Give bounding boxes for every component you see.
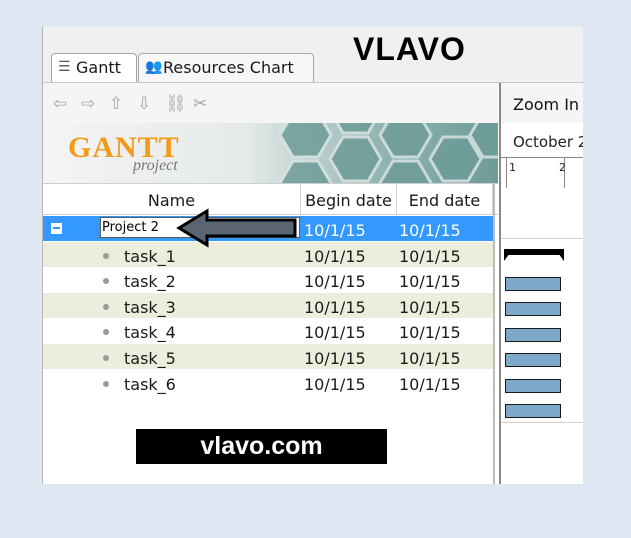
- timeline-divider: [501, 157, 583, 158]
- end-date-cell: 10/1/15: [399, 272, 461, 291]
- task-bar[interactable]: [505, 353, 561, 367]
- task-name-cell: task_5: [124, 349, 176, 368]
- task-name-cell: task_3: [124, 298, 176, 317]
- end-date-cell: 10/1/15: [399, 323, 461, 342]
- column-header-begin-date[interactable]: Begin date: [301, 184, 397, 214]
- end-date-cell: 10/1/15: [399, 247, 461, 266]
- task-bullet-icon: [103, 253, 109, 259]
- task-bar[interactable]: [505, 379, 561, 393]
- day-tick: [506, 158, 507, 188]
- table-row[interactable]: task_3 10/1/15 10/1/15: [43, 293, 493, 318]
- brand-title: VLAVO: [353, 31, 466, 67]
- day-label: 1: [509, 161, 516, 174]
- table-row[interactable]: task_4 10/1/15 10/1/15: [43, 318, 493, 343]
- begin-date-cell: 10/1/15: [304, 221, 366, 240]
- day-label: 2: [559, 161, 566, 174]
- arrow-down-icon[interactable]: ⇩: [137, 94, 151, 114]
- tab-resources-chart[interactable]: 👥 Resources Chart: [138, 53, 314, 82]
- unlink-icon[interactable]: ✂: [193, 94, 207, 114]
- begin-date-cell: 10/1/15: [304, 247, 366, 266]
- begin-date-cell: 10/1/15: [304, 375, 366, 394]
- tab-bar: ☰ Gantt 👥 Resources Chart VLAVO: [43, 27, 583, 83]
- chart-header-line: [501, 238, 583, 239]
- chart-toolbar: Zoom In: [501, 83, 583, 123]
- arrow-left-icon[interactable]: ⇦: [53, 94, 67, 114]
- column-header-end-date[interactable]: End date: [397, 184, 493, 214]
- task-name-cell: task_2: [124, 272, 176, 291]
- link-icon[interactable]: ⛓: [165, 94, 187, 114]
- collapse-toggle-icon[interactable]: [51, 223, 62, 234]
- arrow-up-icon[interactable]: ⇧: [109, 94, 123, 114]
- task-bar[interactable]: [505, 328, 561, 342]
- task-name-cell: task_4: [124, 323, 176, 342]
- arrow-right-icon[interactable]: ⇨: [81, 94, 95, 114]
- gantt-tree-icon: ☰: [58, 59, 71, 75]
- end-date-cell: 10/1/15: [399, 349, 461, 368]
- end-date-cell: 10/1/15: [399, 375, 461, 394]
- table-row[interactable]: task_5 10/1/15 10/1/15: [43, 344, 493, 369]
- zoom-in-button[interactable]: Zoom In: [513, 95, 579, 114]
- end-date-cell: 10/1/15: [399, 298, 461, 317]
- begin-date-cell: 10/1/15: [304, 323, 366, 342]
- tab-gantt[interactable]: ☰ Gantt: [51, 53, 137, 82]
- end-date-cell: 10/1/15: [399, 221, 461, 240]
- gantt-chart-panel: Zoom In October 2 1 2: [499, 83, 583, 484]
- table-row[interactable]: task_6 10/1/15 10/1/15: [43, 370, 493, 395]
- ganttproject-logo-sub: project: [133, 157, 178, 174]
- toolbar: ⇦ ⇨ ⇧ ⇩ ⛓ ✂: [43, 83, 498, 123]
- timeline-month: October 2: [513, 133, 583, 151]
- task-bar[interactable]: [505, 277, 561, 291]
- project-summary-bar[interactable]: [504, 249, 564, 261]
- task-bar[interactable]: [505, 404, 561, 418]
- task-bullet-icon: [103, 381, 109, 387]
- ganttproject-banner: GANTT project: [43, 123, 498, 183]
- task-name-cell: task_1: [124, 247, 176, 266]
- begin-date-cell: 10/1/15: [304, 272, 366, 291]
- task-bullet-icon: [103, 278, 109, 284]
- task-bar[interactable]: [505, 302, 561, 316]
- splitter[interactable]: [493, 183, 495, 484]
- task-bullet-icon: [103, 329, 109, 335]
- watermark: vlavo.com: [136, 429, 387, 464]
- task-bullet-icon: [103, 355, 109, 361]
- gantt-window: ☰ Gantt 👥 Resources Chart VLAVO ⇦ ⇨ ⇧ ⇩ …: [42, 27, 583, 484]
- task-bullet-icon: [103, 304, 109, 310]
- tab-resources-label: Resources Chart: [163, 58, 294, 77]
- begin-date-cell: 10/1/15: [304, 298, 366, 317]
- tab-gantt-label: Gantt: [76, 58, 121, 77]
- task-name-cell: task_6: [124, 375, 176, 394]
- table-row[interactable]: task_2 10/1/15 10/1/15: [43, 267, 493, 292]
- pointer-arrow-icon: [176, 208, 297, 248]
- chart-row-line: [501, 422, 583, 423]
- people-icon: 👥: [145, 59, 163, 75]
- begin-date-cell: 10/1/15: [304, 349, 366, 368]
